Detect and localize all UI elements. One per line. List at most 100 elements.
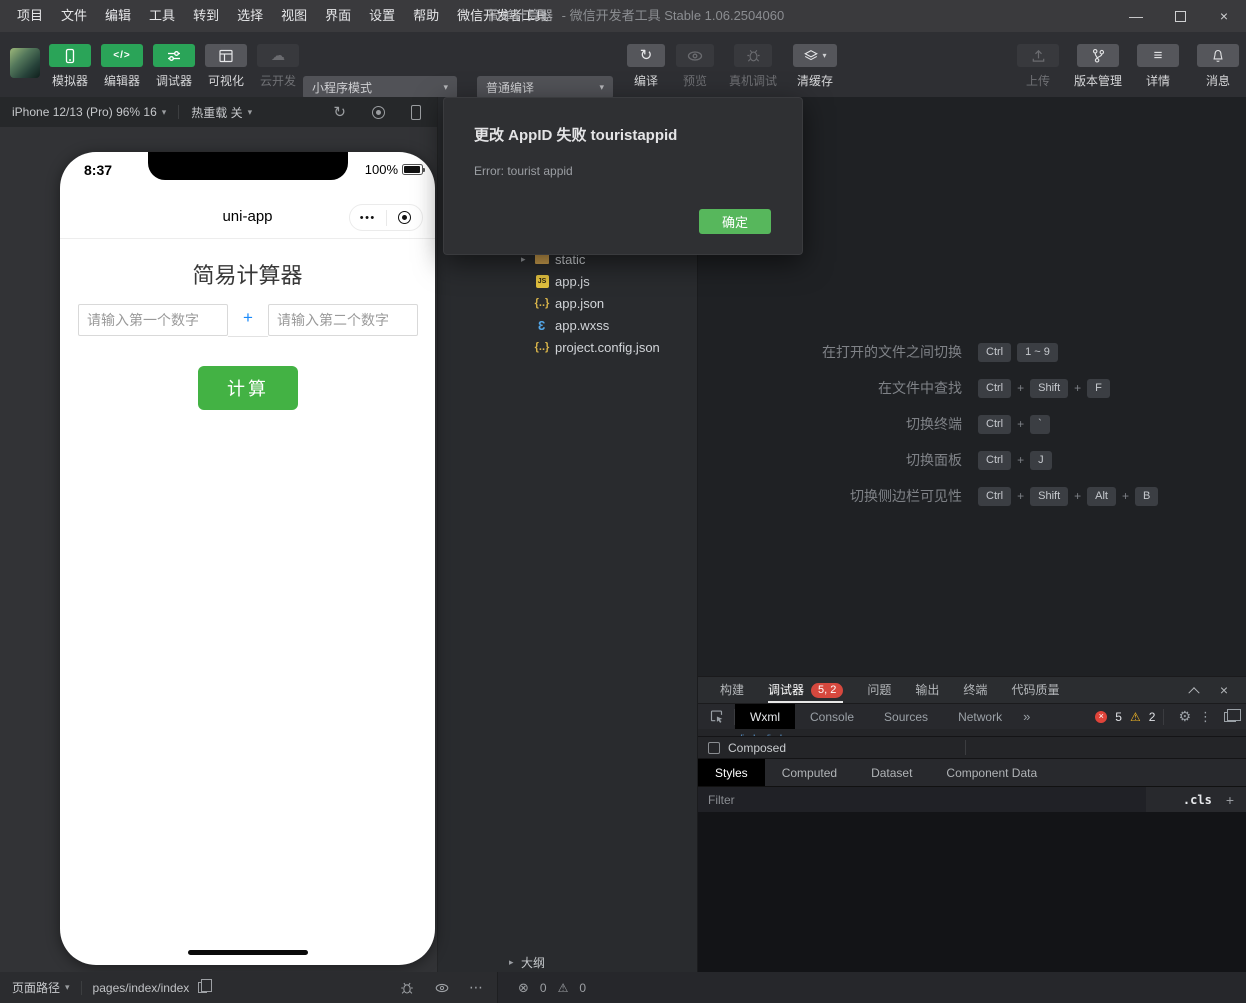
- upload-button[interactable]: 上传: [1012, 44, 1064, 89]
- device-debug-button[interactable]: 真机调试: [725, 44, 781, 89]
- divider: [965, 740, 966, 755]
- devtools-tab-console[interactable]: Console: [795, 704, 869, 730]
- tab-styles[interactable]: Styles: [698, 758, 765, 787]
- composed-checkbox[interactable]: [708, 741, 720, 754]
- simulator-toggle-button[interactable]: 模拟器: [46, 44, 94, 89]
- menu-file[interactable]: 文件: [52, 0, 96, 32]
- messages-button[interactable]: 消息: [1192, 44, 1244, 89]
- record-icon[interactable]: [372, 105, 385, 119]
- devtools-tab-wxml[interactable]: Wxml: [735, 703, 795, 730]
- plus-joiner: +: [1017, 417, 1025, 431]
- menu-tools[interactable]: 工具: [140, 0, 184, 32]
- wxss-file-icon: [533, 318, 551, 333]
- calculate-button[interactable]: 计算: [198, 366, 298, 410]
- menu-interface[interactable]: 界面: [316, 0, 360, 32]
- maximize-button[interactable]: [1158, 0, 1202, 32]
- compile-mode-select[interactable]: 普通编译: [477, 76, 613, 99]
- cloud-icon: ☁: [257, 44, 299, 67]
- menu-select[interactable]: 选择: [228, 0, 272, 32]
- collapse-chevron-icon[interactable]: [1188, 687, 1200, 699]
- tab-build[interactable]: 构建: [720, 677, 744, 703]
- menu-view[interactable]: 视图: [272, 0, 316, 32]
- tree-item-app-json[interactable]: app.json: [438, 292, 697, 314]
- more-dots-icon[interactable]: [350, 212, 386, 224]
- devtools-tab-sources[interactable]: Sources: [869, 704, 943, 730]
- user-avatar[interactable]: [10, 48, 40, 78]
- warning-triangle-icon[interactable]: [1130, 711, 1141, 723]
- shortcut-label: 切换侧边栏可见性: [850, 488, 962, 504]
- outline-section[interactable]: 大纲: [438, 952, 697, 972]
- page-path-select[interactable]: 页面路径: [12, 979, 70, 996]
- cloud-dev-button[interactable]: ☁ 云开发: [254, 44, 302, 89]
- rotate-icon[interactable]: ↻: [333, 103, 346, 121]
- divider: [178, 105, 180, 119]
- toggle-class-button[interactable]: .cls: [1183, 793, 1212, 807]
- more-icon[interactable]: [469, 979, 483, 996]
- tab-dataset[interactable]: Dataset: [854, 759, 929, 787]
- editor-toggle-button[interactable]: </> 编辑器: [98, 44, 146, 89]
- menu-edit[interactable]: 编辑: [96, 0, 140, 32]
- tab-terminal[interactable]: 终端: [963, 677, 987, 703]
- menu-project[interactable]: 项目: [8, 0, 52, 32]
- new-style-rule-icon[interactable]: [1226, 792, 1234, 808]
- menu-goto[interactable]: 转到: [184, 0, 228, 32]
- warning-count: 0: [579, 980, 587, 995]
- preview-button[interactable]: 预览: [676, 44, 714, 89]
- tab-code-quality[interactable]: 代码质量: [1011, 677, 1059, 703]
- visualizer-toggle-button[interactable]: 可视化: [202, 44, 250, 89]
- close-button[interactable]: ×: [1202, 0, 1246, 32]
- simulator-status-icons: [399, 979, 485, 996]
- warning-triangle-icon: [558, 981, 569, 995]
- tab-problems[interactable]: 问题: [867, 677, 891, 703]
- close-target-icon[interactable]: [387, 211, 423, 224]
- style-filter-input[interactable]: [698, 786, 1146, 813]
- page-path-label: 页面路径: [12, 981, 61, 995]
- tab-output[interactable]: 输出: [915, 677, 939, 703]
- panel-tab-bar: 构建 调试器 5, 2 问题 输出 终端 代码质量 ×: [698, 677, 1246, 703]
- confirm-button[interactable]: 确定: [699, 209, 771, 234]
- dock-side-icon[interactable]: [1224, 708, 1241, 722]
- debugger-toggle-button[interactable]: 调试器: [150, 44, 198, 89]
- hot-reload-select[interactable]: 热重载 关: [191, 104, 252, 121]
- tree-item-app-js[interactable]: app.js: [438, 270, 697, 292]
- tab-computed[interactable]: Computed: [765, 759, 854, 787]
- menu-help[interactable]: 帮助: [404, 0, 448, 32]
- sliders-icon: [153, 44, 195, 67]
- git-branch-icon: [1077, 44, 1119, 67]
- simulator-toggle-label: 模拟器: [51, 74, 88, 88]
- inspect-element-icon[interactable]: [698, 709, 734, 724]
- tab-label: 终端: [963, 683, 988, 697]
- tree-item-project-config[interactable]: project.config.json: [438, 336, 697, 358]
- number2-input[interactable]: [268, 304, 418, 336]
- device-frame-icon[interactable]: [411, 104, 421, 120]
- eye-icon: [676, 44, 714, 67]
- page-title: 简易计算器: [192, 263, 303, 288]
- error-circle-icon[interactable]: [1095, 710, 1108, 723]
- more-tabs-icon[interactable]: [1023, 709, 1030, 724]
- device-select[interactable]: iPhone 12/13 (Pro) 96% 16: [12, 105, 166, 119]
- chevron-right-icon[interactable]: [521, 254, 533, 265]
- devtools-tab-network[interactable]: Network: [943, 704, 1017, 730]
- details-button[interactable]: ≡ 详情: [1132, 44, 1184, 89]
- tree-item-app-wxss[interactable]: app.wxss: [438, 314, 697, 336]
- phone-mockup: 8:37 100% uni-app 简易计算器 +: [60, 152, 435, 965]
- simulator-status-bar: 页面路径 pages/index/index: [0, 972, 498, 1003]
- tab-component-data[interactable]: Component Data: [929, 759, 1054, 787]
- bug-icon[interactable]: [399, 980, 415, 996]
- menu-settings[interactable]: 设置: [360, 0, 404, 32]
- device-debug-label: 真机调试: [728, 74, 777, 88]
- mode-select-value: 小程序模式: [312, 81, 373, 95]
- kebab-menu-icon[interactable]: [1199, 709, 1212, 725]
- eye-icon[interactable]: [434, 980, 450, 996]
- number1-input[interactable]: [78, 304, 228, 336]
- compile-button[interactable]: ↻ 编译: [627, 44, 665, 89]
- mode-select[interactable]: 小程序模式: [303, 76, 457, 99]
- panel-close-icon[interactable]: ×: [1220, 682, 1228, 698]
- style-tab-bar: Styles Computed Dataset Component Data: [698, 758, 1246, 787]
- copy-icon[interactable]: [198, 979, 213, 993]
- version-control-button[interactable]: 版本管理: [1072, 44, 1124, 89]
- clear-cache-button[interactable]: ▾ 清缓存: [792, 44, 838, 89]
- tab-debugger[interactable]: 调试器 5, 2: [768, 677, 844, 703]
- gear-icon[interactable]: [1178, 708, 1191, 725]
- minimize-button[interactable]: —: [1114, 0, 1158, 32]
